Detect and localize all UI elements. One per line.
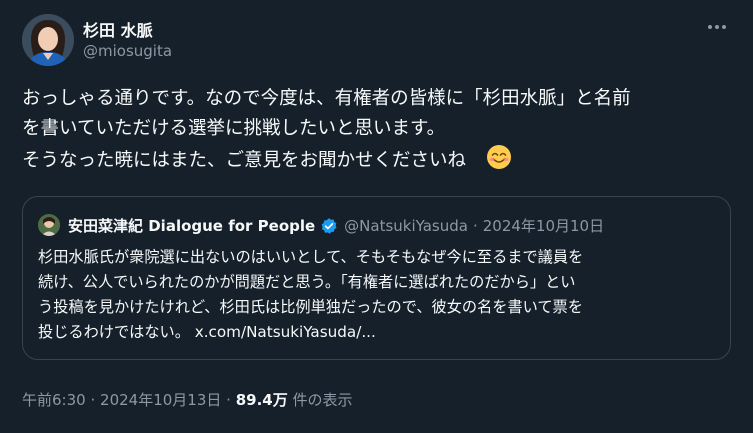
- quoted-tweet-line: 杉田水脈氏が衆院選に出ないのはいいとして、そもそもなぜ今に至るまで議員を: [38, 248, 584, 266]
- quoted-author-handle[interactable]: @NatsukiYasuda: [344, 217, 468, 235]
- smiling-face-emoji-icon: [486, 144, 512, 180]
- author-name[interactable]: 杉田 水脈: [83, 17, 153, 41]
- quoted-tweet-date[interactable]: 2024年10月10日: [483, 215, 604, 236]
- tweet-line-text: そうなった暁にはまた、ご意見をお聞かせくださいね: [22, 150, 467, 171]
- tweet-meta: 午前6:30 · 2024年10月13日 · 89.4万 件の表示: [22, 389, 353, 410]
- tweet-text: おっしゃる通りです。なので今度は、有権者の皆様に「杉田水脈」と名前 を書いていた…: [22, 84, 737, 180]
- dot-separator: ·: [226, 391, 231, 409]
- tweet-date[interactable]: 2024年10月13日: [100, 391, 221, 409]
- tweet-line: そうなった暁にはまた、ご意見をお聞かせくださいね: [22, 144, 737, 180]
- quoted-tweet-card[interactable]: 安田菜津紀 Dialogue for People @NatsukiYasuda…: [22, 196, 731, 360]
- views-label: 件の表示: [292, 391, 353, 409]
- views-count: 89.4万: [235, 391, 288, 409]
- dot-separator: ·: [90, 391, 96, 409]
- author-handle[interactable]: @miosugita: [83, 42, 172, 60]
- quoted-author-avatar[interactable]: [38, 214, 60, 236]
- quoted-tweet-line: う投稿を見かけたけれど、杉田氏は比例単独だったので、彼女の名を書いて票を: [38, 298, 583, 316]
- tweet-line: を書いていただける選挙に挑戦したいと思います。: [22, 118, 446, 139]
- dot-separator: ·: [472, 216, 478, 235]
- tweet-time[interactable]: 午前6:30: [22, 391, 86, 409]
- author-avatar[interactable]: [22, 14, 74, 66]
- quoted-tweet-header: 安田菜津紀 Dialogue for People @NatsukiYasuda…: [68, 215, 604, 236]
- quoted-tweet-text: 杉田水脈氏が衆院選に出ないのはいいとして、そもそもなぜ今に至るまで議員を 続け、…: [38, 245, 718, 345]
- tweet: 杉田 水脈 @miosugita おっしゃる通りです。なので今度は、有権者の皆様…: [0, 0, 753, 433]
- quoted-tweet-line-text: 投じるわけではない。: [38, 323, 190, 341]
- quoted-tweet-line: 投じるわけではない。 x.com/NatsukiYasuda/...: [38, 320, 718, 345]
- quoted-tweet-line: 続け、公人でいられたのかが問題だと思う。「有権者に選ばれたのだから」とい: [38, 273, 576, 291]
- quoted-author-name[interactable]: 安田菜津紀 Dialogue for People: [68, 215, 315, 236]
- quoted-tweet-link[interactable]: x.com/NatsukiYasuda/...: [195, 323, 376, 341]
- verified-badge-icon: [320, 217, 338, 235]
- tweet-line: おっしゃる通りです。なので今度は、有権者の皆様に「杉田水脈」と名前: [22, 88, 631, 109]
- more-icon[interactable]: [700, 14, 734, 40]
